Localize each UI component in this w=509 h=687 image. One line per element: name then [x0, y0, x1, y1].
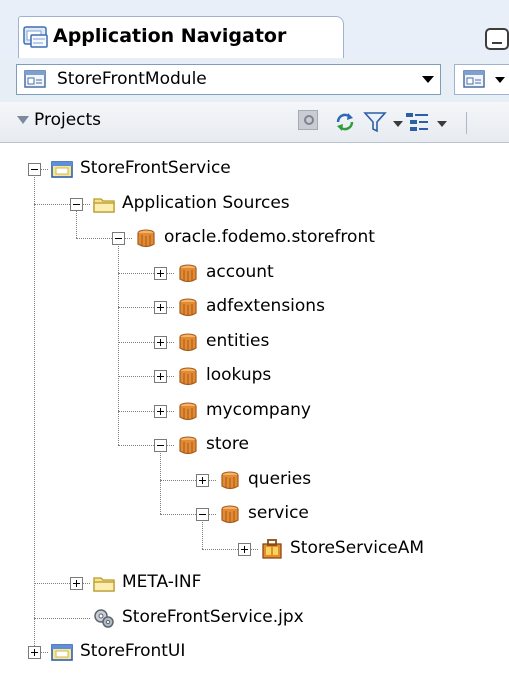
navigator-tab-strip: Application Navigator: [0, 0, 509, 58]
options-menu-chevron-icon[interactable]: [437, 121, 447, 127]
sync-icon[interactable]: [332, 110, 358, 134]
module-options-button[interactable]: [454, 64, 509, 95]
module-selector-bar: StoreFrontModule: [0, 58, 509, 102]
projects-label: Projects: [34, 110, 102, 130]
chevron-down-icon: [495, 77, 505, 83]
module-icon: [24, 70, 46, 88]
tree-node-label[interactable]: service: [248, 503, 309, 523]
navigator-options-icon[interactable]: [404, 110, 430, 134]
collapse-node-icon[interactable]: [70, 197, 83, 211]
folder-icon: [93, 197, 115, 213]
tree-node-label[interactable]: queries: [248, 469, 311, 489]
filter-menu-chevron-icon[interactable]: [393, 121, 403, 127]
find-icon[interactable]: [298, 110, 318, 130]
toolbar-divider: [466, 112, 467, 134]
projects-section-header: Projects: [0, 102, 509, 143]
application-navigator-icon: [23, 26, 48, 48]
tree-connector: [34, 169, 35, 652]
expand-node-icon[interactable]: [70, 577, 83, 590]
tree-node-label[interactable]: oracle.fodemo.storefront: [164, 227, 375, 247]
tree-node-label[interactable]: StoreFrontService.jpx: [122, 607, 304, 627]
module-selector-value: StoreFrontModule: [57, 69, 207, 89]
tree-node-label[interactable]: Application Sources: [122, 193, 290, 213]
expand-node-icon[interactable]: [154, 266, 167, 280]
application-navigator-tab[interactable]: Application Navigator: [18, 16, 344, 58]
tree-node-label[interactable]: StoreFrontUI: [80, 641, 185, 661]
package-icon: [221, 471, 239, 489]
tree-node-label[interactable]: StoreServiceAM: [290, 538, 424, 558]
minimize-icon[interactable]: [485, 28, 509, 50]
package-icon: [179, 402, 197, 420]
filter-icon[interactable]: [362, 110, 388, 134]
expand-node-icon[interactable]: [28, 646, 41, 659]
expand-node-icon[interactable]: [154, 335, 167, 349]
tree-node-label[interactable]: META-INF: [122, 572, 201, 592]
package-icon: [221, 505, 239, 524]
package-icon: [179, 367, 197, 386]
tree-node-label[interactable]: account: [206, 262, 274, 282]
application-module-icon: [262, 538, 282, 559]
chevron-down-icon[interactable]: [422, 76, 434, 83]
expand-node-icon[interactable]: [154, 370, 167, 383]
expand-node-icon[interactable]: [196, 473, 209, 487]
folder-icon: [93, 577, 115, 592]
project-icon: [51, 644, 73, 661]
collapse-node-icon[interactable]: [28, 163, 41, 176]
tree-node-label[interactable]: store: [206, 434, 249, 454]
package-icon: [137, 229, 155, 248]
tree-node-label[interactable]: adfextensions: [206, 296, 325, 316]
module-icon: [463, 70, 485, 88]
tree-node-label[interactable]: StoreFrontService: [80, 158, 231, 178]
expand-node-icon[interactable]: [154, 404, 167, 418]
expand-node-icon[interactable]: [238, 542, 251, 556]
collapse-node-icon[interactable]: [196, 508, 209, 521]
collapse-node-icon[interactable]: [154, 439, 167, 452]
tree-node-label[interactable]: mycompany: [206, 400, 311, 420]
tree-connector: [34, 617, 90, 619]
package-icon: [179, 333, 197, 351]
package-icon: [179, 298, 197, 317]
module-selector[interactable]: StoreFrontModule: [16, 64, 441, 95]
collapse-section-icon[interactable]: [17, 116, 29, 124]
package-icon: [179, 264, 197, 282]
project-icon: [51, 161, 73, 178]
project-file-icon: [94, 608, 114, 628]
panel-title: Application Navigator: [53, 25, 287, 47]
tree-node-label[interactable]: entities: [206, 331, 269, 351]
project-tree: StoreFrontService Application Sources orac…: [0, 142, 509, 687]
package-icon: [179, 436, 197, 455]
collapse-node-icon[interactable]: [112, 232, 125, 245]
expand-node-icon[interactable]: [154, 301, 167, 314]
tree-node-label[interactable]: lookups: [206, 365, 271, 385]
